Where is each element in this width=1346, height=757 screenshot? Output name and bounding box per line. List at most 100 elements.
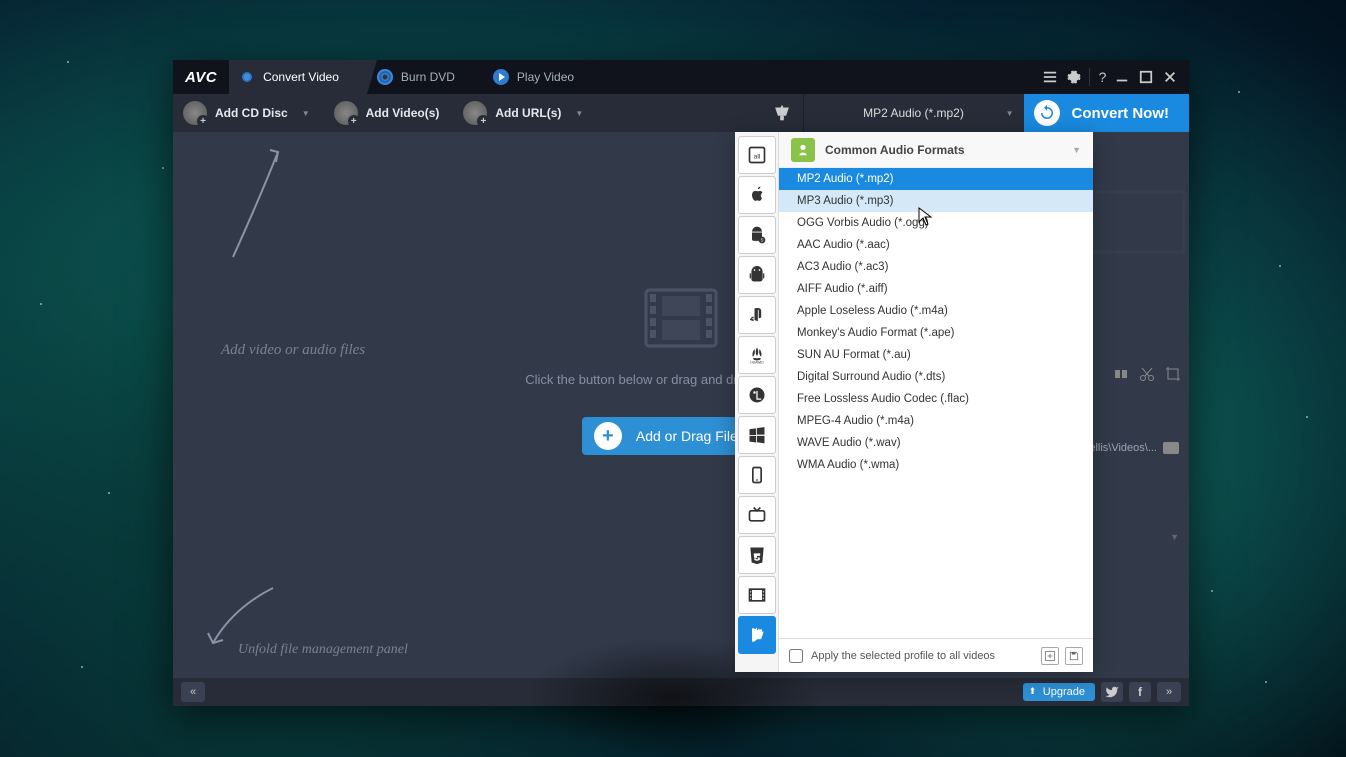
chevron-down-icon: ▼ bbox=[302, 109, 310, 118]
tab-label: Burn DVD bbox=[401, 70, 455, 84]
dvd-icon bbox=[377, 69, 393, 85]
format-item[interactable]: MP3 Audio (*.mp3) bbox=[779, 190, 1093, 212]
category-all[interactable]: all bbox=[738, 136, 776, 174]
format-item[interactable]: SUN AU Format (*.au) bbox=[779, 344, 1093, 366]
cut-icon[interactable] bbox=[1137, 364, 1157, 384]
film-icon bbox=[636, 282, 726, 354]
upgrade-button[interactable]: Upgrade bbox=[1023, 683, 1095, 701]
clip-tools bbox=[1111, 364, 1189, 384]
toolbar: Add CD Disc ▼ Add Video(s) Add URL(s) ▼ MP… bbox=[173, 94, 1189, 132]
list-icon[interactable] bbox=[1041, 68, 1059, 86]
svg-text:all: all bbox=[753, 153, 760, 160]
category-android-samsung[interactable]: S bbox=[738, 216, 776, 254]
svg-text:S: S bbox=[760, 238, 763, 243]
tab-label: Play Video bbox=[517, 70, 574, 84]
category-lg[interactable] bbox=[738, 376, 776, 414]
format-footer: Apply the selected profile to all videos bbox=[779, 638, 1093, 672]
footer-label: Apply the selected profile to all videos bbox=[811, 650, 995, 662]
category-android[interactable] bbox=[738, 256, 776, 294]
chevron-down-icon: ▼ bbox=[575, 109, 583, 118]
category-huawei[interactable]: HUAWEI bbox=[738, 336, 776, 374]
add-url-button[interactable]: Add URL(s) ▼ bbox=[453, 94, 597, 132]
svg-text:HUAWEI: HUAWEI bbox=[750, 360, 763, 364]
output-folder-path[interactable]: ellis\Videos\... bbox=[1089, 442, 1179, 454]
format-toolbar: MP2 Audio (*.mp2) ▼ Convert Now! bbox=[762, 94, 1190, 132]
tab-convert-video[interactable]: Convert Video bbox=[229, 60, 367, 94]
button-label: Convert Now! bbox=[1072, 105, 1170, 122]
format-item[interactable]: OGG Vorbis Audio (*.ogg) bbox=[779, 212, 1093, 234]
help-icon[interactable]: ? bbox=[1089, 68, 1107, 86]
format-item[interactable]: Digital Surround Audio (*.dts) bbox=[779, 366, 1093, 388]
facebook-icon[interactable]: f bbox=[1129, 682, 1151, 702]
audio-formats-icon bbox=[791, 138, 815, 162]
chevron-down-icon: ▼ bbox=[1006, 109, 1014, 118]
arrow-annotation-icon bbox=[218, 142, 298, 262]
statusbar: « Upgrade f » bbox=[173, 678, 1189, 706]
format-item[interactable]: AIFF Audio (*.aiff) bbox=[779, 278, 1093, 300]
format-list: MP2 Audio (*.mp2)MP3 Audio (*.mp3)OGG Vo… bbox=[779, 168, 1093, 638]
format-item[interactable]: Free Lossless Audio Codec (.flac) bbox=[779, 388, 1093, 410]
globe-plus-icon bbox=[463, 101, 487, 125]
convert-now-button[interactable]: Convert Now! bbox=[1024, 94, 1190, 132]
format-item[interactable]: Monkey's Audio Format (*.ape) bbox=[779, 322, 1093, 344]
unfold-panel-hint: Unfold file management panel bbox=[238, 642, 408, 658]
add-video-button[interactable]: Add Video(s) bbox=[324, 94, 454, 132]
category-apple[interactable] bbox=[738, 176, 776, 214]
category-windows[interactable] bbox=[738, 416, 776, 454]
dropdown-chevron-icon[interactable]: ▼ bbox=[1170, 532, 1179, 542]
format-label: MP2 Audio (*.mp2) bbox=[863, 106, 964, 120]
format-item[interactable]: WMA Audio (*.wma) bbox=[779, 454, 1093, 476]
add-files-hint: Add video or audio files bbox=[221, 342, 365, 359]
format-list-body: Common Audio Formats ▼ MP2 Audio (*.mp2)… bbox=[779, 132, 1093, 672]
folder-icon[interactable] bbox=[1163, 442, 1179, 454]
category-video[interactable] bbox=[738, 576, 776, 614]
format-category-button[interactable] bbox=[762, 94, 804, 132]
tab-label: Convert Video bbox=[263, 70, 339, 84]
category-playstation[interactable] bbox=[738, 296, 776, 334]
category-html5[interactable] bbox=[738, 536, 776, 574]
crop-icon[interactable] bbox=[1163, 364, 1183, 384]
button-label: Add URL(s) bbox=[495, 106, 561, 120]
button-label: Add Video(s) bbox=[366, 106, 440, 120]
category-audio[interactable] bbox=[738, 616, 776, 654]
add-profile-icon[interactable] bbox=[1041, 647, 1059, 665]
maximize-icon[interactable] bbox=[1137, 68, 1155, 86]
settings-icon[interactable] bbox=[1065, 68, 1083, 86]
format-selector[interactable]: MP2 Audio (*.mp2) ▼ bbox=[804, 94, 1024, 132]
category-mobile[interactable] bbox=[738, 456, 776, 494]
tab-play-video[interactable]: Play Video bbox=[483, 60, 602, 94]
tab-burn-dvd[interactable]: Burn DVD bbox=[367, 60, 483, 94]
save-profile-icon[interactable] bbox=[1065, 647, 1083, 665]
format-item[interactable]: AC3 Audio (*.ac3) bbox=[779, 256, 1093, 278]
chevron-down-icon: ▼ bbox=[1072, 145, 1081, 155]
format-item[interactable]: Apple Loseless Audio (*.m4a) bbox=[779, 300, 1093, 322]
format-item[interactable]: MP2 Audio (*.mp2) bbox=[779, 168, 1093, 190]
button-label: Upgrade bbox=[1043, 686, 1085, 698]
format-dropdown-panel: all S HUAWEI Common Audio Formats ▼ MP2 … bbox=[735, 132, 1093, 672]
plus-icon: + bbox=[594, 422, 622, 450]
category-tv[interactable] bbox=[738, 496, 776, 534]
add-cd-disc-button[interactable]: Add CD Disc ▼ bbox=[173, 94, 324, 132]
panel-expand-button[interactable]: » bbox=[1157, 682, 1181, 702]
format-category-sidebar: all S HUAWEI bbox=[735, 132, 779, 672]
format-item[interactable]: MPEG-4 Audio (*.m4a) bbox=[779, 410, 1093, 432]
close-icon[interactable] bbox=[1161, 68, 1179, 86]
panel-collapse-button[interactable]: « bbox=[181, 682, 205, 702]
apply-all-checkbox[interactable] bbox=[789, 649, 803, 663]
twitter-icon[interactable] bbox=[1101, 682, 1123, 702]
titlebar: AVC Convert Video Burn DVD Play Video ? bbox=[173, 60, 1189, 94]
refresh-icon bbox=[1034, 100, 1060, 126]
button-label: Add CD Disc bbox=[215, 106, 288, 120]
app-logo: AVC bbox=[173, 69, 229, 86]
minimize-icon[interactable] bbox=[1113, 68, 1131, 86]
cd-plus-icon bbox=[183, 101, 207, 125]
format-item[interactable]: WAVE Audio (*.wav) bbox=[779, 432, 1093, 454]
video-plus-icon bbox=[334, 101, 358, 125]
format-group-header[interactable]: Common Audio Formats ▼ bbox=[779, 132, 1093, 168]
merge-icon[interactable] bbox=[1111, 364, 1131, 384]
format-item[interactable]: AAC Audio (*.aac) bbox=[779, 234, 1093, 256]
path-text: ellis\Videos\... bbox=[1089, 442, 1157, 454]
play-icon bbox=[493, 69, 509, 85]
header-label: Common Audio Formats bbox=[825, 143, 965, 157]
disc-icon bbox=[239, 69, 255, 85]
